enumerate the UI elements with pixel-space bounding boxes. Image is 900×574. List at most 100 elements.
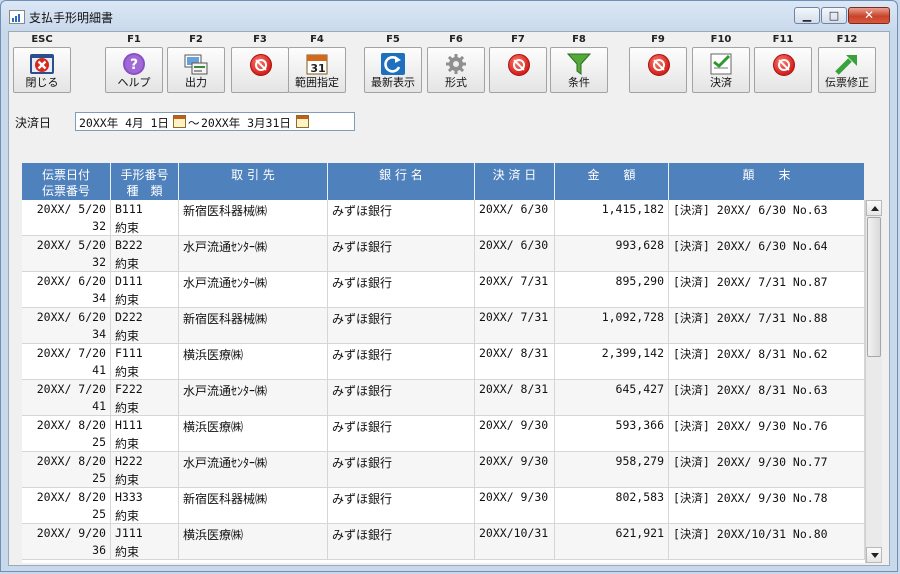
toolbar-button-f11[interactable]: F11: [754, 32, 812, 94]
toolbar-button-f3[interactable]: F3: [231, 32, 289, 94]
column-header[interactable]: 金 額: [555, 163, 669, 200]
toolbar-button-f9[interactable]: F9: [629, 32, 687, 94]
table-cell[interactable]: [決済] 20XX/ 7/31 No.88: [669, 308, 865, 343]
toolbar-button-f8[interactable]: F8 条件: [550, 32, 608, 94]
table-cell[interactable]: みずほ銀行: [328, 452, 475, 487]
toolbar-button-esc[interactable]: ESC 閉じる: [13, 32, 71, 94]
table-cell[interactable]: 新宿医科器械㈱: [179, 308, 328, 343]
toolbar-button-f10[interactable]: F10 決済: [692, 32, 750, 94]
column-header[interactable]: 手形番号種 類: [111, 163, 179, 200]
table-cell[interactable]: [決済] 20XX/10/31 No.80: [669, 524, 865, 559]
table-cell[interactable]: 20XX/ 8/31: [475, 344, 555, 379]
table-cell[interactable]: 621,921: [555, 524, 669, 559]
toolbar-button-f6[interactable]: F6 形式: [427, 32, 485, 94]
table-cell[interactable]: みずほ銀行: [328, 380, 475, 415]
vertical-scrollbar[interactable]: [865, 200, 882, 563]
toolbar-button-face[interactable]: 最新表示: [364, 47, 422, 93]
toolbar-button-face[interactable]: 31 範囲指定: [288, 47, 346, 93]
table-cell[interactable]: J111 約束: [111, 524, 179, 559]
table-cell[interactable]: 横浜医療㈱: [179, 344, 328, 379]
table-cell[interactable]: D222 約束: [111, 308, 179, 343]
toolbar-button-f7[interactable]: F7: [489, 32, 547, 94]
table-cell[interactable]: 水戸流通ｾﾝﾀｰ㈱: [179, 452, 328, 487]
table-cell[interactable]: [決済] 20XX/ 6/30 No.63: [669, 200, 865, 235]
column-header[interactable]: 銀 行 名: [328, 163, 475, 200]
table-cell[interactable]: 958,279: [555, 452, 669, 487]
toolbar-button-f12[interactable]: F12 伝票修正: [818, 32, 876, 94]
table-cell[interactable]: [決済] 20XX/ 6/30 No.64: [669, 236, 865, 271]
column-header[interactable]: 伝票日付 伝票番号: [22, 163, 111, 200]
table-cell[interactable]: 20XX/ 9/30: [475, 452, 555, 487]
table-cell[interactable]: H111 約束: [111, 416, 179, 451]
table-row[interactable]: 20XX/ 5/20 32 B222 約束 水戸流通ｾﾝﾀｰ㈱ みずほ銀行 20XX/ 6/…: [22, 236, 865, 272]
table-cell[interactable]: みずほ銀行: [328, 488, 475, 523]
table-cell[interactable]: 20XX/ 5/20 32: [22, 200, 111, 235]
toolbar-button-f5[interactable]: F5 最新表示: [364, 32, 422, 94]
table-cell[interactable]: みずほ銀行: [328, 272, 475, 307]
table-cell[interactable]: 20XX/ 8/20 25: [22, 452, 111, 487]
table-cell[interactable]: 593,366: [555, 416, 669, 451]
table-cell[interactable]: [決済] 20XX/ 9/30 No.78: [669, 488, 865, 523]
table-cell[interactable]: 20XX/10/31: [475, 524, 555, 559]
table-cell[interactable]: 20XX/ 9/30: [475, 488, 555, 523]
table-cell[interactable]: 20XX/ 8/20 25: [22, 416, 111, 451]
table-cell[interactable]: H222 約束: [111, 452, 179, 487]
toolbar-button-face[interactable]: [231, 47, 289, 93]
table-cell[interactable]: 20XX/ 5/20 32: [22, 236, 111, 271]
table-row[interactable]: 20XX/ 5/20 32 B111 約束 新宿医科器械㈱ みずほ銀行 20XX/ 6/30…: [22, 200, 865, 236]
table-cell[interactable]: F111 約束: [111, 344, 179, 379]
table-cell[interactable]: みずほ銀行: [328, 200, 475, 235]
table-cell[interactable]: 20XX/ 6/20 34: [22, 308, 111, 343]
toolbar-button-face[interactable]: [629, 47, 687, 93]
table-cell[interactable]: 20XX/ 9/30: [475, 416, 555, 451]
scroll-thumb[interactable]: [867, 217, 881, 357]
table-cell[interactable]: 水戸流通ｾﾝﾀｰ㈱: [179, 236, 328, 271]
toolbar-button-face[interactable]: 出力: [167, 47, 225, 93]
table-body[interactable]: 20XX/ 5/20 32 B111 約束 新宿医科器械㈱ みずほ銀行 20XX/ 6/30…: [22, 200, 865, 563]
table-cell[interactable]: H333 約束: [111, 488, 179, 523]
table-cell[interactable]: みずほ銀行: [328, 344, 475, 379]
table-row[interactable]: 20XX/ 9/20 36 J111 約束 横浜医療㈱ みずほ銀行 20XX/10/31 62…: [22, 524, 865, 560]
table-cell[interactable]: みずほ銀行: [328, 416, 475, 451]
table-row[interactable]: 20XX/ 7/20 41 F111 約束 横浜医療㈱ みずほ銀行 20XX/ 8/31 2,…: [22, 344, 865, 380]
toolbar-button-f1[interactable]: F1? ヘルプ: [105, 32, 163, 94]
scroll-down-button[interactable]: [866, 547, 882, 563]
table-cell[interactable]: みずほ銀行: [328, 236, 475, 271]
table-cell[interactable]: [決済] 20XX/ 8/31 No.62: [669, 344, 865, 379]
table-cell[interactable]: B222 約束: [111, 236, 179, 271]
table-cell[interactable]: 20XX/ 7/20 41: [22, 380, 111, 415]
calendar-from-icon[interactable]: [173, 115, 186, 128]
toolbar-button-face[interactable]: 条件: [550, 47, 608, 93]
table-cell[interactable]: 新宿医科器械㈱: [179, 200, 328, 235]
toolbar-button-face[interactable]: 閉じる: [13, 47, 71, 93]
table-cell[interactable]: 20XX/ 6/30: [475, 200, 555, 235]
table-row[interactable]: 20XX/ 8/20 25 H111 約束 横浜医療㈱ みずほ銀行 20XX/ 9/30 59…: [22, 416, 865, 452]
table-cell[interactable]: [決済] 20XX/ 8/31 No.63: [669, 380, 865, 415]
table-cell[interactable]: 1,415,182: [555, 200, 669, 235]
column-header[interactable]: 顛 末: [669, 163, 865, 200]
toolbar-button-f4[interactable]: F4 31 範囲指定: [288, 32, 346, 94]
table-cell[interactable]: 802,583: [555, 488, 669, 523]
title-bar[interactable]: 支払手形明細書 ▁ □ ✕: [1, 1, 897, 31]
table-cell[interactable]: 20XX/ 6/30: [475, 236, 555, 271]
toolbar-button-f2[interactable]: F2 出力: [167, 32, 225, 94]
table-row[interactable]: 20XX/ 8/20 25 H222 約束 水戸流通ｾﾝﾀｰ㈱ みずほ銀行 20XX/ 9/…: [22, 452, 865, 488]
table-row[interactable]: 20XX/ 6/20 34 D111 約束 水戸流通ｾﾝﾀｰ㈱ みずほ銀行 20XX/ 7/…: [22, 272, 865, 308]
toolbar-button-face[interactable]: 形式: [427, 47, 485, 93]
calendar-to-icon[interactable]: [296, 115, 309, 128]
table-cell[interactable]: みずほ銀行: [328, 524, 475, 559]
table-cell[interactable]: 20XX/ 8/20 25: [22, 488, 111, 523]
table-cell[interactable]: 993,628: [555, 236, 669, 271]
table-row[interactable]: 20XX/ 8/20 25 H333 約束 新宿医科器械㈱ みずほ銀行 20XX/ 9/30…: [22, 488, 865, 524]
date-range-input[interactable]: 20XX年 4月 1日 ～ 20XX年 3月31日: [75, 112, 355, 131]
column-header[interactable]: 取 引 先: [179, 163, 328, 200]
close-button[interactable]: ✕: [848, 7, 890, 24]
table-cell[interactable]: 20XX/ 7/31: [475, 272, 555, 307]
table-cell[interactable]: B111 約束: [111, 200, 179, 235]
table-cell[interactable]: 水戸流通ｾﾝﾀｰ㈱: [179, 272, 328, 307]
table-cell[interactable]: 20XX/ 9/20 36: [22, 524, 111, 559]
table-cell[interactable]: 20XX/ 7/20 41: [22, 344, 111, 379]
table-cell[interactable]: みずほ銀行: [328, 308, 475, 343]
table-cell[interactable]: 2,399,142: [555, 344, 669, 379]
table-cell[interactable]: 20XX/ 8/31: [475, 380, 555, 415]
